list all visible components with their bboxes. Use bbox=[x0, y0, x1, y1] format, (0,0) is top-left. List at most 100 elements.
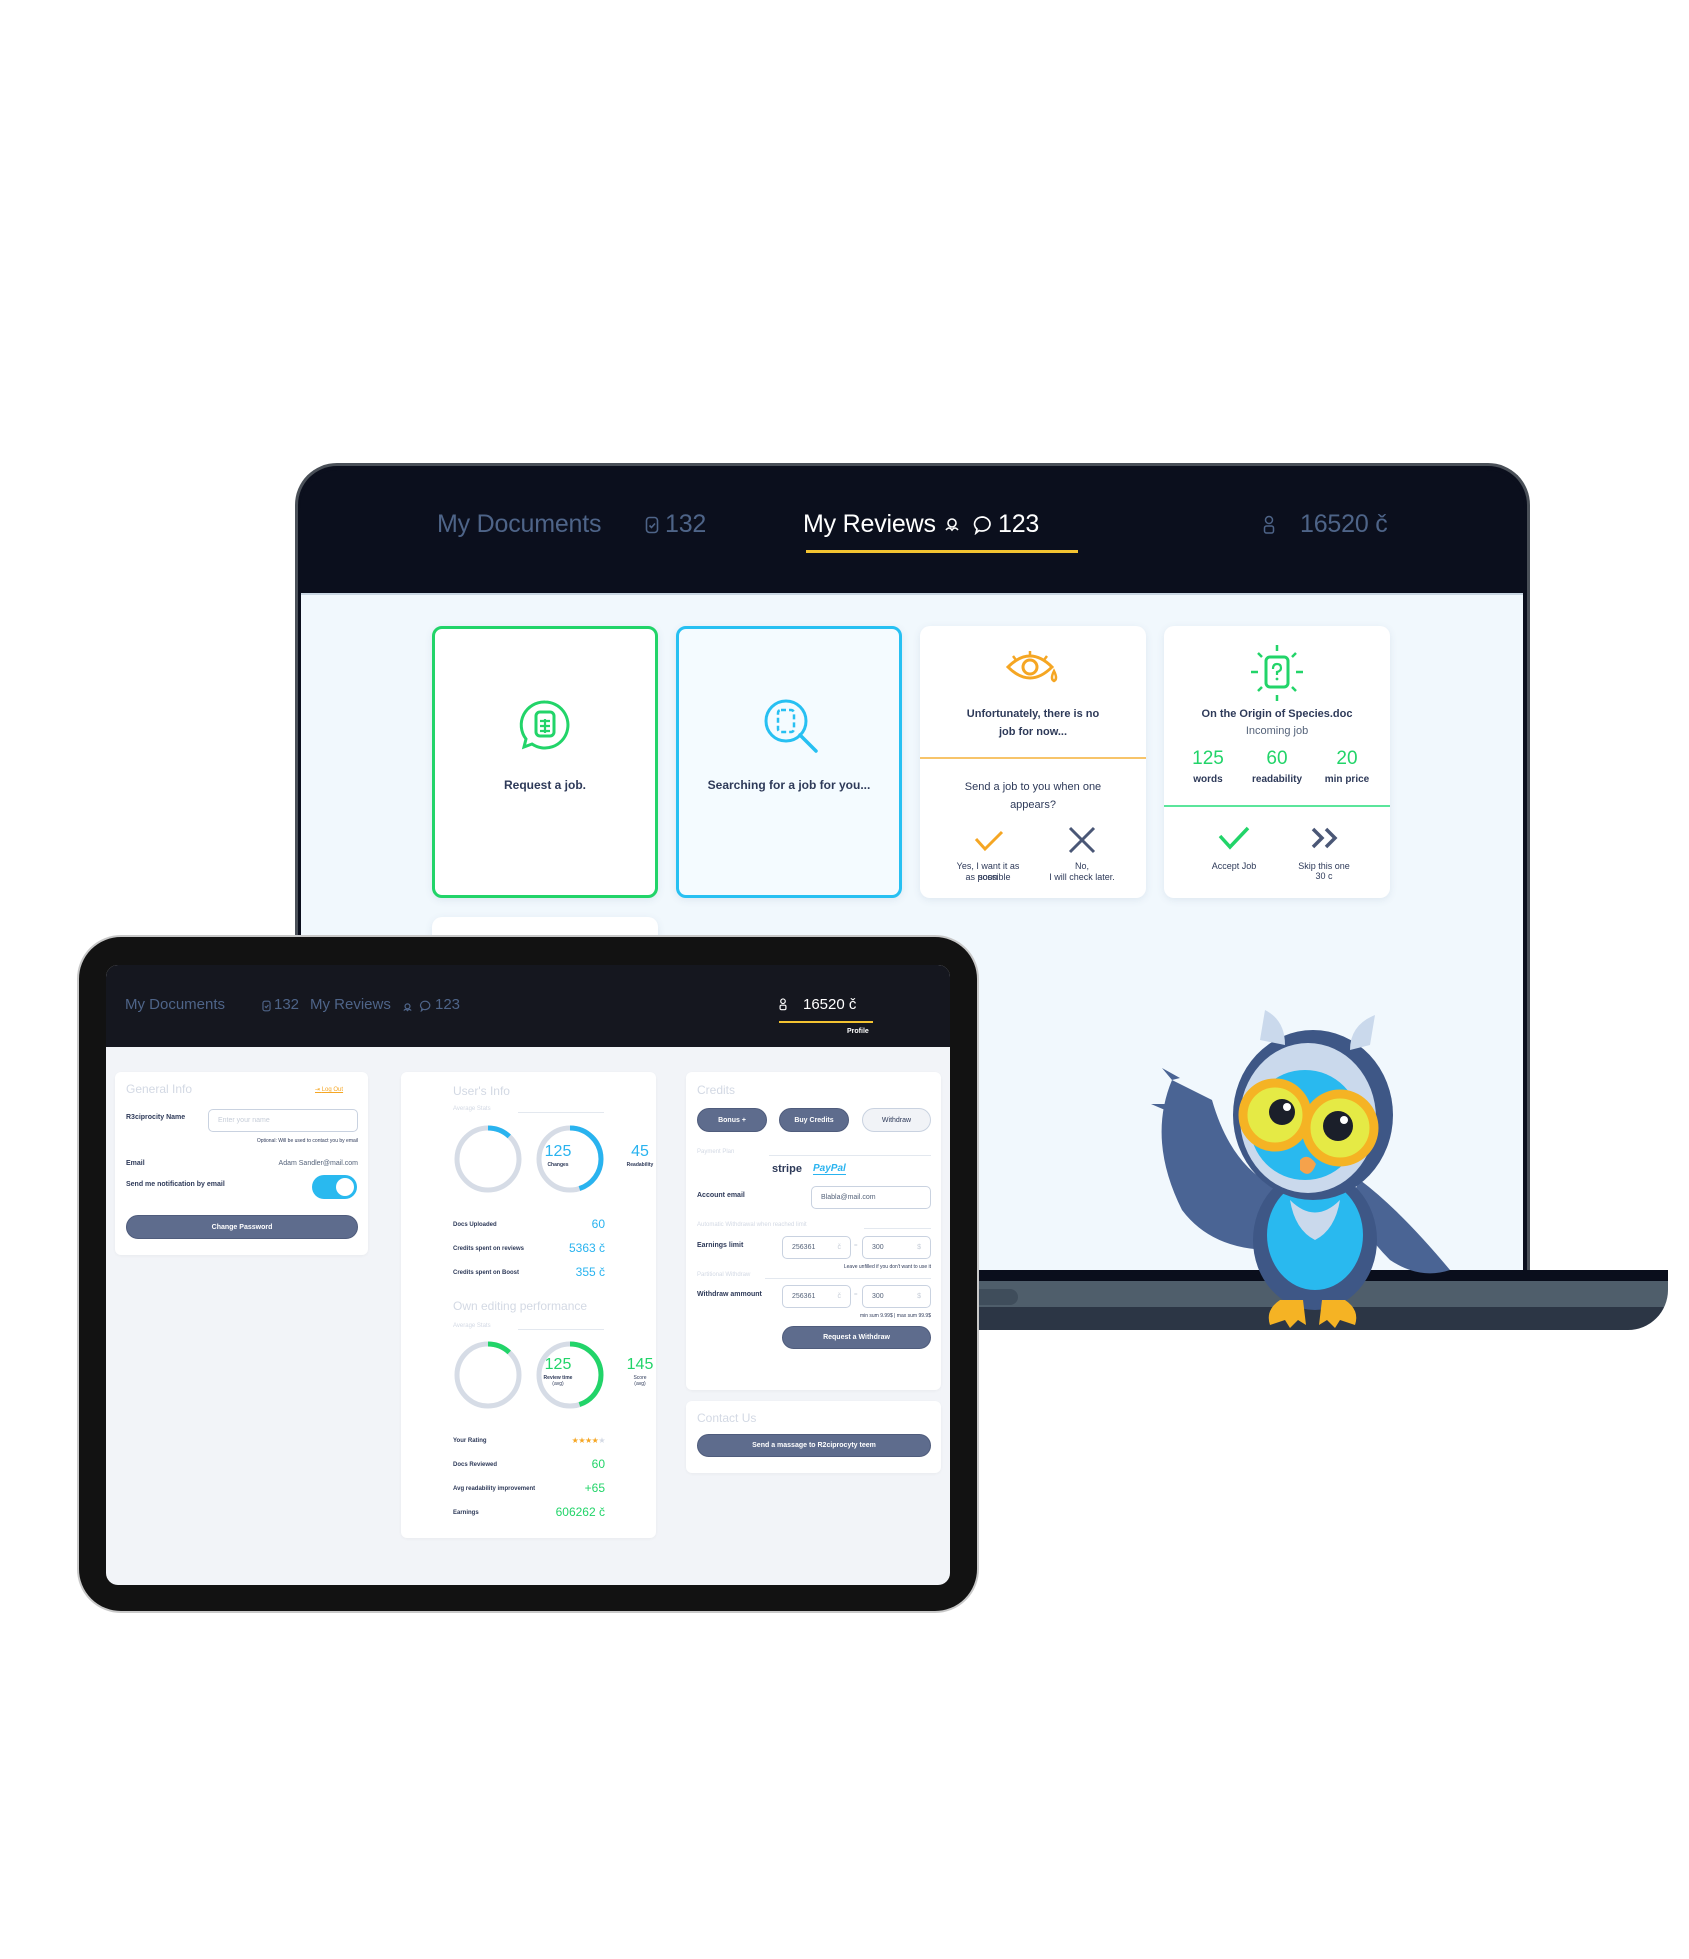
review-time-ring-chart bbox=[454, 1341, 522, 1409]
buy-credits-button[interactable]: Buy Credits bbox=[779, 1108, 849, 1132]
notify-no-button[interactable]: No, I will check later. bbox=[1042, 826, 1122, 888]
rating-label: Your Rating bbox=[453, 1438, 487, 1444]
account-email-input[interactable]: Blabla@mail.com bbox=[811, 1186, 931, 1209]
notify-yes-line2: as possible bbox=[965, 872, 1011, 882]
contact-panel: Contact Us Send a massage to R2ciprocyty… bbox=[686, 1401, 941, 1473]
readability-label: Readability bbox=[626, 1162, 654, 1168]
laptop-base-notch bbox=[978, 1289, 1018, 1305]
nav-my-documents[interactable]: My Documents bbox=[125, 996, 225, 1013]
credits-panel: Credits Bonus + Buy Credits Withdraw Pay… bbox=[686, 1072, 941, 1390]
notify-label: Send me notification by email bbox=[126, 1181, 225, 1188]
readability-value: 45 bbox=[631, 1143, 649, 1160]
withdraw-amount-credits-input[interactable]: 256361 č bbox=[782, 1285, 851, 1308]
notify-no-line1: No, bbox=[1074, 861, 1089, 871]
request-job-label: Request a job. bbox=[503, 778, 586, 792]
nav-my-reviews[interactable]: My Reviews bbox=[803, 510, 936, 539]
logout-link[interactable]: ⇥ Log Out bbox=[315, 1086, 343, 1093]
section-divider bbox=[864, 1228, 931, 1229]
notify-yes-button[interactable]: Yes, I want it as soon as possible bbox=[948, 826, 1028, 888]
request-withdraw-button[interactable]: Request a Withdraw bbox=[782, 1326, 931, 1349]
avg-stats-label: Average Stats bbox=[453, 1323, 491, 1329]
documents-count: 132 bbox=[274, 996, 300, 1013]
ring-track bbox=[454, 1125, 522, 1193]
crying-eye-icon bbox=[1005, 651, 1063, 692]
document-check-icon bbox=[645, 516, 659, 539]
nav-profile[interactable]: Profile bbox=[847, 1028, 869, 1035]
card-divider bbox=[920, 757, 1146, 759]
credits-reviews-label: Credits spent on reviews bbox=[453, 1246, 525, 1252]
accept-job-button[interactable]: Accept Job bbox=[1194, 826, 1274, 878]
skip-job-button[interactable]: Skip this one 30 c bbox=[1284, 826, 1364, 888]
notify-toggle[interactable] bbox=[312, 1175, 357, 1199]
comment-icon bbox=[419, 999, 431, 1017]
stat-price-value: 20 bbox=[1336, 748, 1358, 769]
nav-my-reviews[interactable]: My Reviews bbox=[310, 996, 391, 1013]
searching-job-card: Searching for a job for you... bbox=[676, 626, 902, 898]
users-info-title: User's Info bbox=[453, 1084, 510, 1098]
section-divider bbox=[518, 1112, 604, 1113]
user-icon[interactable] bbox=[779, 998, 787, 1016]
no-job-title-1: Unfortunately, there is no bbox=[966, 708, 1100, 720]
review-time-ring: 125 Review time (avg) bbox=[453, 1340, 572, 1410]
auto-withdraw-label: Automatic Withdrawal when reached limit bbox=[697, 1222, 807, 1228]
rating-stars: ★★★★★ bbox=[572, 1436, 606, 1445]
credits-boost-label: Credits spent on Boost bbox=[453, 1270, 520, 1276]
paypal-option[interactable]: PayPal bbox=[813, 1163, 846, 1175]
star-empty-icon: ★ bbox=[598, 1436, 605, 1445]
stat-words-value: 125 bbox=[1192, 748, 1224, 769]
active-tab-underline bbox=[779, 1021, 873, 1023]
searching-label: Searching for a job for you... bbox=[707, 778, 871, 792]
name-label: R3ciprocity Name bbox=[126, 1114, 186, 1121]
section-divider bbox=[769, 1155, 931, 1156]
star-filled-icon: ★ bbox=[584, 1436, 592, 1445]
earnings-limit-usd-input[interactable]: 300 $ bbox=[862, 1236, 931, 1259]
double-chevron-right-icon bbox=[1310, 826, 1340, 855]
credits-boost-value: 355 č bbox=[575, 1265, 605, 1279]
earnings-value: 606262 č bbox=[555, 1505, 605, 1519]
notify-question-1: Send a job to you when one bbox=[964, 781, 1102, 793]
reviews-count: 123 bbox=[435, 996, 461, 1013]
avg-stats-label: Average Stats bbox=[453, 1106, 491, 1112]
user-icon[interactable] bbox=[1263, 515, 1275, 540]
bonus-button[interactable]: Bonus + bbox=[697, 1108, 767, 1132]
section-divider bbox=[765, 1278, 931, 1279]
score-value: 145 bbox=[626, 1356, 654, 1373]
docs-uploaded-label: Docs Uploaded bbox=[453, 1222, 497, 1228]
withdraw-amount-hint: min sum 9.99$ | max sum 99.9$ bbox=[859, 1313, 931, 1319]
change-password-button[interactable]: Change Password bbox=[126, 1215, 358, 1239]
earnings-limit-credits-input[interactable]: 256361 č bbox=[782, 1236, 851, 1259]
close-icon bbox=[1068, 826, 1096, 859]
document-check-icon bbox=[262, 999, 271, 1017]
email-label: Email bbox=[126, 1160, 145, 1167]
earnings-limit-hint: Leave unfilled if you don't want to use … bbox=[843, 1264, 931, 1270]
withdraw-button[interactable]: Withdraw bbox=[862, 1108, 931, 1132]
credits-balance: 16520 č bbox=[803, 996, 857, 1013]
toggle-knob bbox=[336, 1178, 354, 1196]
users-info-panel: User's Info Average Stats 125 Changes 45… bbox=[401, 1072, 656, 1538]
tablet-screen: My Documents 132 My Reviews 123 16520 č … bbox=[106, 965, 950, 1585]
credits-reviews-value: 5363 č bbox=[568, 1241, 605, 1255]
name-input[interactable]: Enter your name bbox=[208, 1109, 358, 1132]
readability-ring: 45 Readability bbox=[535, 1124, 653, 1194]
general-info-title: General Info bbox=[126, 1082, 193, 1096]
send-message-button[interactable]: Send a massage to R2ciprocyty teem bbox=[697, 1434, 931, 1457]
tablet-nav-bar: My Documents 132 My Reviews 123 16520 č … bbox=[106, 965, 950, 1047]
readability-improvement-value: +65 bbox=[584, 1481, 605, 1495]
chat-document-icon bbox=[519, 699, 571, 760]
withdraw-amount-usd-input[interactable]: 300 $ bbox=[862, 1285, 931, 1308]
incoming-doc-title: On the Origin of Species.doc bbox=[1201, 708, 1353, 720]
stripe-option[interactable]: stripe bbox=[772, 1163, 802, 1175]
nav-my-documents[interactable]: My Documents bbox=[437, 510, 602, 539]
documents-count: 132 bbox=[665, 510, 707, 538]
equals-sign: = bbox=[854, 1243, 858, 1249]
check-icon bbox=[974, 830, 1004, 857]
active-tab-underline bbox=[806, 550, 1078, 553]
new-document-icon bbox=[1249, 644, 1305, 707]
incoming-job-card: On the Origin of Species.doc Incoming jo… bbox=[1164, 626, 1390, 898]
partial-withdraw-label: Partitional Withdraw bbox=[697, 1272, 751, 1278]
changes-ring-chart bbox=[454, 1125, 522, 1193]
logout-icon: ⇥ bbox=[315, 1087, 322, 1093]
request-job-card[interactable]: Request a job. bbox=[432, 626, 658, 898]
star-filled-icon: ★ bbox=[578, 1436, 585, 1445]
check-icon bbox=[1218, 826, 1250, 855]
